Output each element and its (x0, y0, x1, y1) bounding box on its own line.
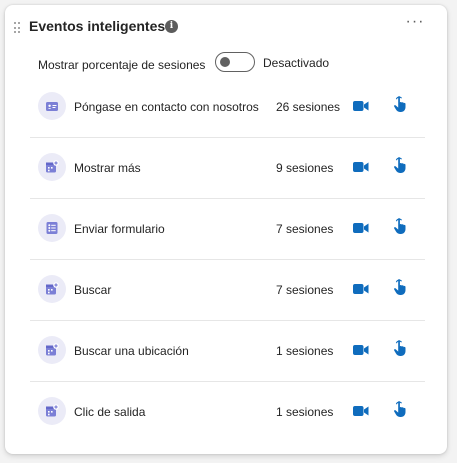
event-row[interactable]: Mostrar más 9 sesiones (30, 138, 425, 199)
calendar-add-icon (38, 336, 66, 364)
video-camera-icon[interactable] (353, 282, 369, 300)
event-session-count: 1 sesiones (276, 405, 334, 419)
event-row[interactable]: Clic de salida 1 sesiones (30, 382, 425, 443)
event-row[interactable]: Buscar 7 sesiones (30, 260, 425, 321)
touch-tap-icon[interactable] (393, 217, 407, 240)
smart-events-card: Eventos inteligentes i ··· Mostrar porce… (5, 5, 447, 454)
info-icon[interactable]: i (165, 20, 178, 33)
event-row[interactable]: Póngase en contacto con nosotros 26 sesio… (30, 77, 425, 138)
percentage-toggle[interactable] (215, 52, 255, 72)
event-name: Póngase en contacto con nosotros (74, 100, 259, 114)
contact-card-icon (38, 92, 66, 120)
video-camera-icon[interactable] (353, 99, 369, 117)
video-camera-icon[interactable] (353, 221, 369, 239)
toggle-label: Mostrar porcentaje de sesiones (38, 58, 206, 72)
touch-tap-icon[interactable] (393, 156, 407, 179)
more-options-button[interactable]: ··· (401, 14, 429, 35)
percentage-toggle-row: Mostrar porcentaje de sesiones Desactiva… (5, 52, 447, 76)
event-row[interactable]: Buscar una ubicación 1 sesiones (30, 321, 425, 382)
calendar-add-icon (38, 275, 66, 303)
event-name: Enviar formulario (74, 222, 165, 236)
form-icon (38, 214, 66, 242)
video-camera-icon[interactable] (353, 404, 369, 422)
event-session-count: 1 sesiones (276, 344, 334, 358)
calendar-add-icon (38, 153, 66, 181)
touch-tap-icon[interactable] (393, 400, 407, 423)
toggle-knob (220, 57, 230, 67)
event-session-count: 7 sesiones (276, 222, 334, 236)
toggle-state-text: Desactivado (263, 56, 330, 70)
event-row[interactable]: Enviar formulario 7 sesiones (30, 199, 425, 260)
video-camera-icon[interactable] (353, 160, 369, 178)
event-name: Mostrar más (74, 161, 141, 175)
drag-handle-icon[interactable] (14, 22, 20, 33)
event-name: Clic de salida (74, 405, 146, 419)
touch-tap-icon[interactable] (393, 339, 407, 362)
events-list: Póngase en contacto con nosotros 26 sesio… (30, 77, 425, 443)
calendar-add-icon (38, 397, 66, 425)
event-name: Buscar una ubicación (74, 344, 189, 358)
card-header: Eventos inteligentes i ··· (5, 14, 447, 39)
event-session-count: 9 sesiones (276, 161, 334, 175)
event-session-count: 7 sesiones (276, 283, 334, 297)
touch-tap-icon[interactable] (393, 95, 407, 118)
touch-tap-icon[interactable] (393, 278, 407, 301)
video-camera-icon[interactable] (353, 343, 369, 361)
event-name: Buscar (74, 283, 112, 297)
card-title: Eventos inteligentes (29, 18, 166, 34)
event-session-count: 26 sesiones (276, 100, 341, 114)
